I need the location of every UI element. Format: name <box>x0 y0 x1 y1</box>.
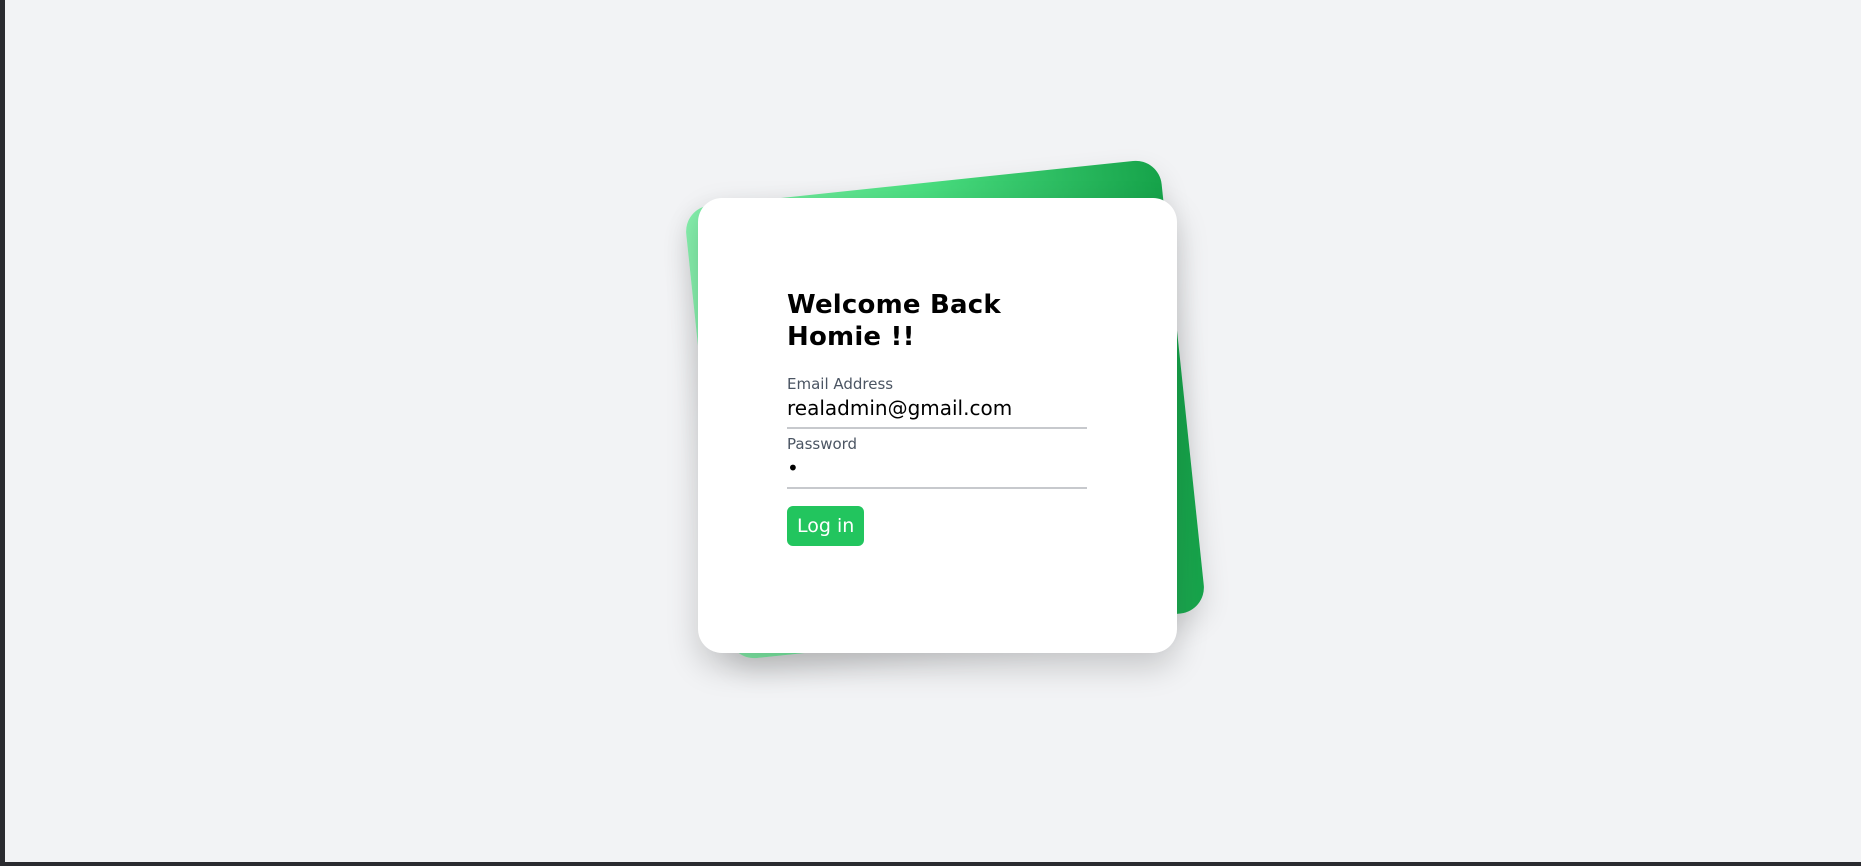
login-card-stack: Welcome Back Homie !! Email Address Pass… <box>5 0 1861 862</box>
login-form: Welcome Back Homie !! Email Address Pass… <box>787 289 1087 546</box>
page-title: Welcome Back Homie !! <box>787 290 1001 352</box>
password-label: Password <box>787 435 858 453</box>
email-field-group: Email Address <box>787 375 1087 429</box>
password-field-group: Password <box>787 435 1087 489</box>
login-button[interactable]: Log in <box>787 506 865 546</box>
login-card: Welcome Back Homie !! Email Address Pass… <box>698 198 1177 653</box>
password-field[interactable] <box>787 453 1087 489</box>
email-field[interactable] <box>787 393 1087 429</box>
email-label: Email Address <box>787 375 894 393</box>
page-background: Welcome Back Homie !! Email Address Pass… <box>5 0 1861 862</box>
